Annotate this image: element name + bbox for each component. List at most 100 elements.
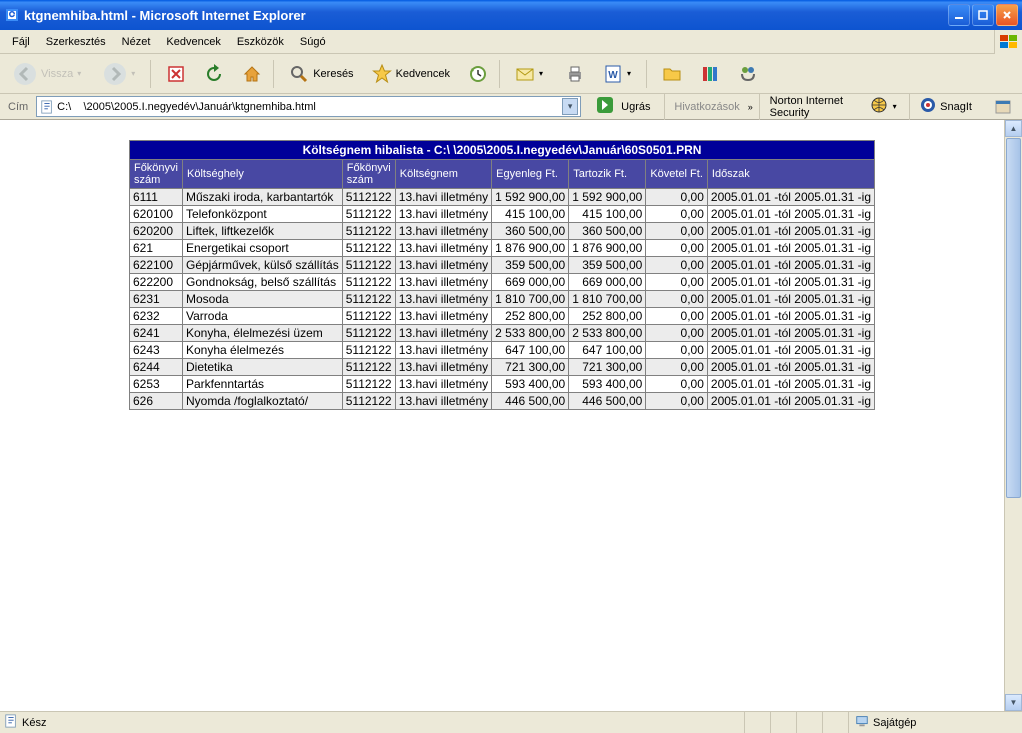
history-button[interactable] [459,60,493,88]
table-cell: 13.havi illetmény [395,206,491,223]
chevron-down-icon: ▾ [131,69,139,78]
table-cell: 0,00 [646,274,708,291]
table-header: Időszak [707,160,874,189]
refresh-button[interactable] [195,60,229,88]
chevron-down-icon: ▾ [893,102,900,111]
table-cell: 13.havi illetmény [395,342,491,359]
mail-button[interactable]: ▾ [506,60,552,88]
table-cell: 359 500,00 [569,257,646,274]
scroll-thumb[interactable] [1006,138,1021,498]
search-label: Keresés [313,68,353,80]
home-button[interactable] [233,60,267,88]
links-label[interactable]: Hivatkozások [670,101,743,113]
table-cell: 415 100,00 [492,206,569,223]
menu-help[interactable]: Súgó [292,34,334,50]
table-cell: 2005.01.01 -tól 2005.01.31 -ig [707,274,874,291]
status-cell [770,712,796,733]
table-cell: 13.havi illetmény [395,223,491,240]
table-cell: Dietetika [183,359,343,376]
table-cell: 252 800,00 [492,308,569,325]
table-cell: 359 500,00 [492,257,569,274]
table-cell: Nyomda /foglalkoztató/ [183,393,343,410]
toolbar: Vissza ▾ ▾ Keresés Kedvencek ▾ W▾ [0,54,1022,94]
go-button[interactable]: Ugrás [585,93,657,120]
table-cell: 0,00 [646,291,708,308]
table-cell: 2005.01.01 -tól 2005.01.31 -ig [707,342,874,359]
close-button[interactable] [996,4,1018,26]
chevron-down-icon[interactable]: ▾ [562,98,578,115]
menu-favorites[interactable]: Kedvencek [158,34,228,50]
table-row: 6244Dietetika511212213.havi illetmény721… [129,359,874,376]
favorites-button[interactable]: Kedvencek [363,60,455,88]
messenger-button[interactable] [729,60,763,88]
vertical-scrollbar[interactable]: ▲ ▼ [1004,120,1022,711]
table-cell: 5112122 [342,223,395,240]
table-row: 620100Telefonközpont511212213.havi illet… [129,206,874,223]
research-button[interactable] [691,60,725,88]
table-cell: 2005.01.01 -tól 2005.01.31 -ig [707,257,874,274]
back-button[interactable]: Vissza ▾ [4,58,90,90]
table-cell: 0,00 [646,325,708,342]
table-cell: 2005.01.01 -tól 2005.01.31 -ig [707,189,874,206]
snagit-window-button[interactable] [984,93,1018,121]
search-button[interactable]: Keresés [280,60,358,88]
table-cell: 1 810 700,00 [569,291,646,308]
forward-button[interactable]: ▾ [94,58,144,90]
minimize-button[interactable] [948,4,970,26]
table-cell: 0,00 [646,223,708,240]
scroll-down-button[interactable]: ▼ [1005,694,1022,711]
table-cell: 13.havi illetmény [395,325,491,342]
table-cell: 13.havi illetmény [395,274,491,291]
table-cell: 2005.01.01 -tól 2005.01.31 -ig [707,325,874,342]
scroll-up-button[interactable]: ▲ [1005,120,1022,137]
table-cell: 13.havi illetmény [395,359,491,376]
menu-tools[interactable]: Eszközök [229,34,292,50]
edit-button[interactable]: W▾ [594,60,640,88]
menu-view[interactable]: Nézet [114,34,159,50]
table-cell: 1 876 900,00 [569,240,646,257]
table-cell: 0,00 [646,342,708,359]
menu-file[interactable]: Fájl [4,34,38,50]
table-cell: Konyha élelmezés [183,342,343,359]
table-cell: 0,00 [646,189,708,206]
table-row: 620200Liftek, liftkezelők511212213.havi … [129,223,874,240]
table-cell: 13.havi illetmény [395,240,491,257]
table-cell: 6243 [129,342,182,359]
table-cell: 5112122 [342,342,395,359]
folder-button[interactable] [653,60,687,88]
table-cell: Liftek, liftkezelők [183,223,343,240]
chevron-down-icon: ▾ [627,69,635,78]
table-row: 622200Gondnokság, belső szállítás5112122… [129,274,874,291]
address-input[interactable] [55,101,560,113]
books-icon [700,64,720,84]
table-cell: 721 300,00 [569,359,646,376]
expand-icon[interactable]: » [748,102,753,112]
table-cell: 415 100,00 [569,206,646,223]
table-cell: 0,00 [646,393,708,410]
stop-button[interactable] [157,60,191,88]
page-icon [39,99,55,115]
print-button[interactable] [556,60,590,88]
table-cell: 2005.01.01 -tól 2005.01.31 -ig [707,223,874,240]
status-text: Kész [22,717,46,729]
table-cell: 13.havi illetmény [395,308,491,325]
norton-toolbar[interactable]: Norton Internet Security ▾ [766,95,904,119]
menu-edit[interactable]: Szerkesztés [38,34,114,50]
stop-icon [166,64,186,84]
content-area: Költségnem hibalista - C:\ \2005\2005.I.… [0,120,1004,711]
ie-icon [4,7,20,23]
table-cell: 1 810 700,00 [492,291,569,308]
table-cell: 620200 [129,223,182,240]
table-cell: 669 000,00 [492,274,569,291]
address-input-wrapper[interactable]: ▾ [36,96,581,117]
table-cell: Varroda [183,308,343,325]
maximize-button[interactable] [972,4,994,26]
table-cell: 1 592 900,00 [492,189,569,206]
snagit-toolbar[interactable]: SnagIt [916,97,976,116]
table-cell: 6231 [129,291,182,308]
windows-flag-icon [994,30,1022,54]
scroll-track[interactable] [1005,137,1022,694]
menu-bar: Fájl Szerkesztés Nézet Kedvencek Eszközö… [0,30,1022,54]
table-cell: Műszaki iroda, karbantartók [183,189,343,206]
table-header: Egyenleg Ft. [492,160,569,189]
